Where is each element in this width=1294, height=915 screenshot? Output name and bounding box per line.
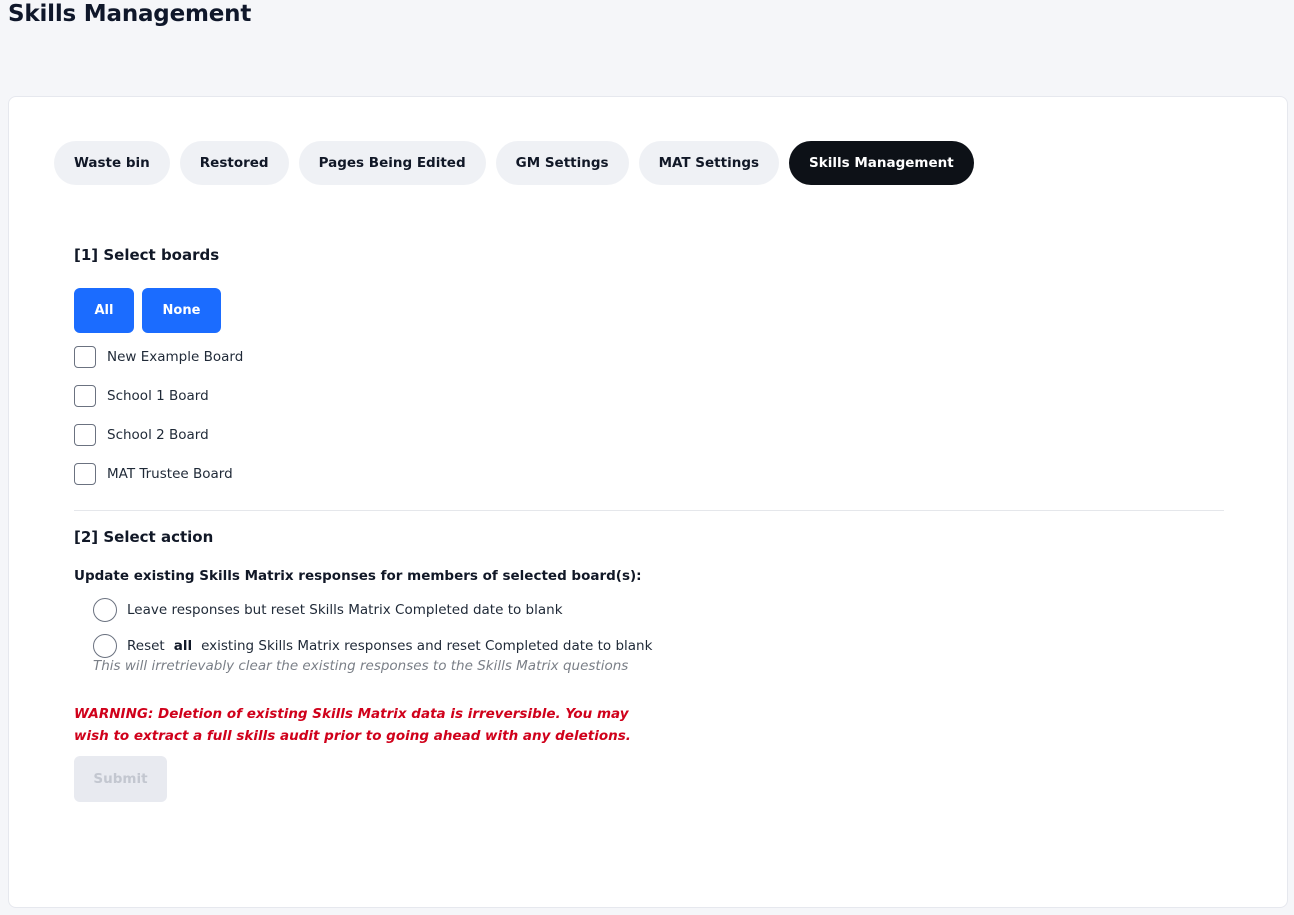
board-label: School 1 Board (107, 388, 209, 404)
tab-waste-bin[interactable]: Waste bin (54, 141, 170, 185)
board-checkbox-school-1-board[interactable] (74, 385, 96, 407)
tab-pages-being-edited[interactable]: Pages Being Edited (298, 141, 486, 185)
board-option: New Example Board (74, 345, 243, 369)
radio-reset-all-label: Reset all existing Skills Matrix responses… (127, 638, 652, 654)
reset-all-prefix: Reset (127, 638, 165, 654)
board-label: School 2 Board (107, 427, 209, 443)
action-option-reset-date: Leave responses but reset Skills Matrix … (93, 598, 563, 622)
submit-button[interactable]: Submit (74, 756, 167, 802)
reset-all-emphasis: all (173, 638, 193, 654)
board-label: MAT Trustee Board (107, 466, 233, 482)
tab-restored[interactable]: Restored (179, 141, 289, 185)
radio-reset-all[interactable] (93, 634, 117, 658)
reset-all-suffix: existing Skills Matrix responses and res… (201, 638, 653, 654)
reset-all-note: This will irretrievably clear the existi… (93, 658, 629, 674)
select-action-heading: [2] Select action (74, 528, 214, 546)
page-title: Skills Management (8, 1, 252, 27)
action-option-reset-all: Reset all existing Skills Matrix responses… (93, 634, 652, 658)
select-boards-heading: [1] Select boards (74, 246, 220, 264)
radio-reset-date[interactable] (93, 598, 117, 622)
board-option: MAT Trustee Board (74, 462, 233, 486)
radio-reset-date-label: Leave responses but reset Skills Matrix … (127, 602, 563, 618)
deletion-warning: WARNING: Deletion of existing Skills Mat… (74, 706, 631, 744)
tab-mat-settings[interactable]: MAT Settings (638, 141, 780, 185)
tab-skills-management[interactable]: Skills Management (789, 141, 974, 185)
tab-gm-settings[interactable]: GM Settings (495, 141, 629, 185)
select-all-button[interactable]: All (74, 288, 134, 333)
board-option: School 2 Board (74, 423, 209, 447)
action-question: Update existing Skills Matrix responses … (74, 568, 642, 584)
board-option: School 1 Board (74, 384, 209, 408)
board-checkbox-school-2-board[interactable] (74, 424, 96, 446)
select-none-button[interactable]: None (142, 288, 221, 333)
settings-tabs: Waste bin Restored Pages Being Edited GM… (54, 141, 974, 185)
board-checkbox-mat-trustee-board[interactable] (74, 463, 96, 485)
skills-management-card: Waste bin Restored Pages Being Edited GM… (8, 96, 1288, 908)
section-divider (74, 510, 1224, 511)
board-checkbox-new-example-board[interactable] (74, 346, 96, 368)
board-label: New Example Board (107, 349, 244, 365)
